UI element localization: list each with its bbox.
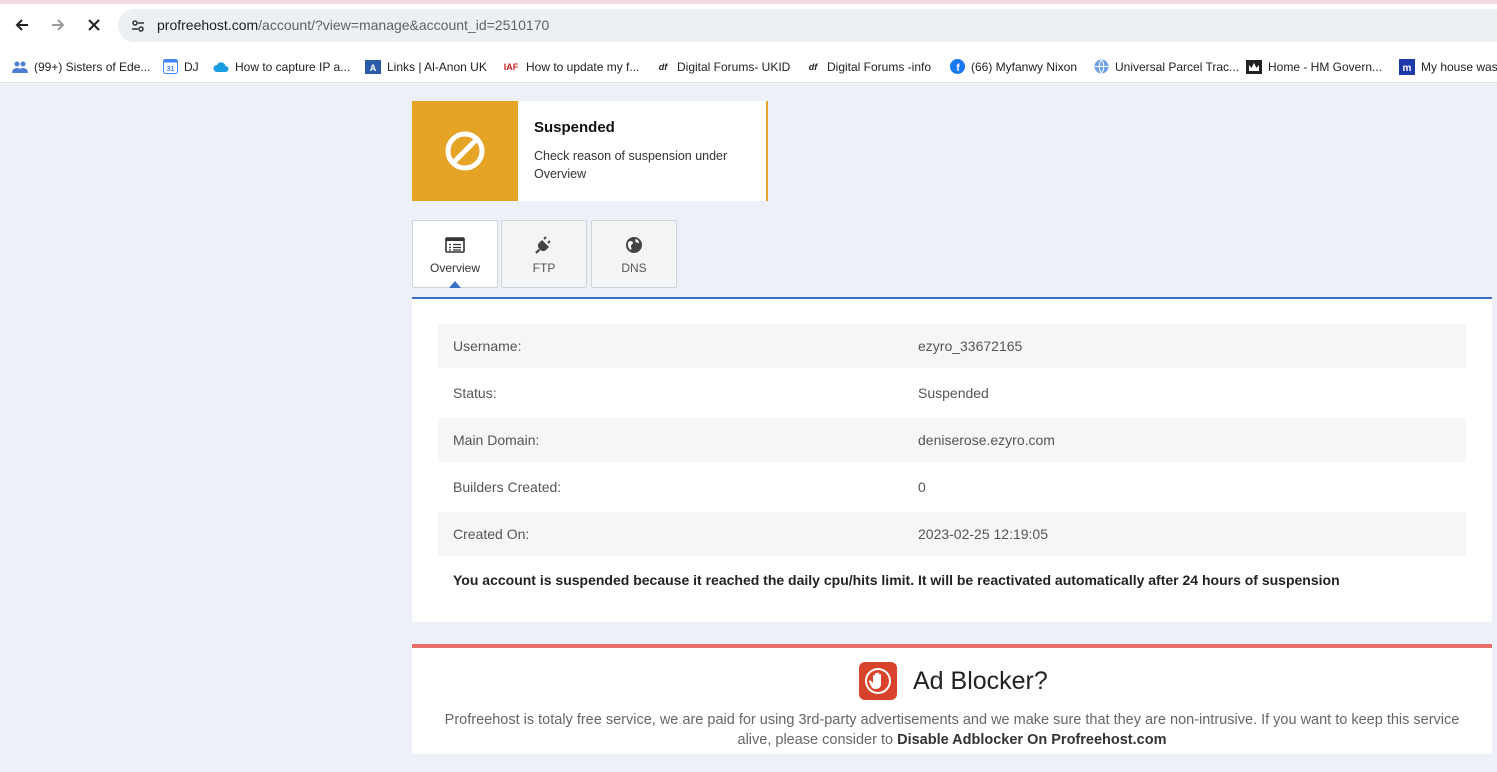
bookmark-label: DJ bbox=[184, 59, 199, 74]
back-button[interactable] bbox=[9, 12, 35, 38]
banner-title: Suspended bbox=[534, 119, 615, 136]
detail-key: Created On: bbox=[453, 526, 530, 542]
tab-ftp[interactable]: FTP bbox=[501, 220, 587, 288]
bookmark-item[interactable]: f (66) Myfanwy Nixon bbox=[949, 50, 1078, 82]
detail-key: Username: bbox=[453, 338, 522, 354]
bookmark-label: (66) Myfanwy Nixon bbox=[971, 59, 1078, 74]
svg-text:m: m bbox=[1403, 63, 1412, 74]
bookmark-label: How to capture IP a... bbox=[235, 59, 351, 74]
adblocker-header: Ad Blocker? bbox=[859, 662, 1048, 700]
banner-icon-box bbox=[412, 101, 518, 201]
detail-key: Builders Created: bbox=[453, 479, 562, 495]
tab-label: FTP bbox=[532, 261, 556, 275]
df-icon: df bbox=[808, 61, 818, 72]
site-settings-button[interactable] bbox=[128, 16, 148, 36]
adblocker-message: Profreehost is totaly free service, we a… bbox=[432, 710, 1472, 750]
detail-row-status: Status: Suspended bbox=[438, 371, 1466, 415]
detail-value: 2023-02-25 12:19:05 bbox=[918, 526, 1048, 542]
forward-button[interactable] bbox=[45, 12, 71, 38]
detail-key: Status: bbox=[453, 385, 497, 401]
bookmark-label: Home - HM Govern... bbox=[1268, 59, 1383, 74]
svg-text:31: 31 bbox=[166, 66, 174, 73]
adblocker-notice: Ad Blocker? Profreehost is totaly free s… bbox=[412, 644, 1492, 754]
bookmark-item[interactable]: 31 DJ bbox=[162, 50, 199, 82]
banner-description: Check reason of suspension under Overvie… bbox=[534, 149, 728, 181]
tune-icon bbox=[132, 20, 144, 32]
arrow-left-icon bbox=[15, 19, 28, 31]
bookmark-label: My house was bbox=[1421, 59, 1497, 74]
account-details-panel: Username: ezyro_33672165 Status: Suspend… bbox=[412, 297, 1492, 622]
adblocker-message-bold: Disable Adblocker On Profreehost.com bbox=[897, 732, 1167, 748]
df-icon: df bbox=[658, 61, 668, 72]
browser-toolbar: profreehost.com/account/?view=manage&acc… bbox=[0, 0, 1497, 50]
bookmark-item[interactable]: df Digital Forums -info bbox=[805, 50, 932, 82]
bookmark-item[interactable]: m My house was bbox=[1399, 50, 1497, 82]
adblocker-title: Ad Blocker? bbox=[913, 666, 1048, 695]
svg-text:A: A bbox=[370, 63, 377, 73]
bookmark-label: Digital Forums- UKID bbox=[677, 59, 791, 74]
detail-row-created-on: Created On: 2023-02-25 12:19:05 bbox=[438, 512, 1466, 556]
detail-value: Suspended bbox=[918, 385, 989, 401]
url-text[interactable]: profreehost.com/account/?view=manage&acc… bbox=[157, 17, 549, 33]
bookmark-label: How to update my f... bbox=[526, 59, 640, 74]
suspension-notice: You account is suspended because it reac… bbox=[453, 572, 1340, 588]
close-icon bbox=[88, 19, 100, 31]
tab-dns[interactable]: DNS bbox=[591, 220, 677, 288]
cloud-icon bbox=[213, 59, 229, 75]
detail-row-builders-created: Builders Created: 0 bbox=[438, 465, 1466, 509]
iaf-icon: IAF bbox=[503, 61, 519, 72]
globe-icon bbox=[1093, 59, 1109, 75]
plug-icon bbox=[535, 236, 551, 254]
facebook-icon: f bbox=[949, 59, 965, 75]
stop-hand-icon bbox=[859, 662, 897, 700]
detail-row-username: Username: ezyro_33672165 bbox=[438, 324, 1466, 368]
detail-value: deniserose.ezyro.com bbox=[918, 432, 1055, 448]
bookmark-label: (99+) Sisters of Ede... bbox=[34, 59, 151, 74]
bookmarks-bar: (99+) Sisters of Ede... 31 DJ How to cap… bbox=[0, 50, 1497, 83]
calendar-icon: 31 bbox=[162, 59, 178, 75]
suspended-banner: Suspended Check reason of suspension und… bbox=[412, 101, 768, 201]
address-bar[interactable]: profreehost.com/account/?view=manage&acc… bbox=[118, 9, 1497, 42]
url-path: /account/?view=manage&account_id=2510170 bbox=[258, 17, 550, 33]
ban-icon bbox=[445, 131, 485, 171]
stop-loading-button[interactable] bbox=[81, 12, 107, 38]
detail-row-main-domain: Main Domain: deniserose.ezyro.com bbox=[438, 418, 1466, 462]
detail-value: 0 bbox=[918, 479, 926, 495]
tab-label: Overview bbox=[429, 261, 480, 275]
bookmark-label: Universal Parcel Trac... bbox=[1115, 59, 1240, 74]
active-tab-indicator bbox=[449, 281, 461, 288]
arrow-right-icon bbox=[52, 19, 65, 31]
detail-value: ezyro_33672165 bbox=[918, 338, 1023, 354]
crown-icon bbox=[1246, 59, 1262, 75]
bookmark-item[interactable]: A Links | Al-Anon UK bbox=[365, 50, 487, 82]
detail-key: Main Domain: bbox=[453, 432, 540, 448]
people-icon bbox=[12, 59, 28, 75]
bookmark-item[interactable]: df Digital Forums- UKID bbox=[655, 50, 791, 82]
bookmark-item[interactable]: How to capture IP a... bbox=[213, 50, 351, 82]
bookmark-label: Links | Al-Anon UK bbox=[387, 59, 487, 74]
tab-strip-edge bbox=[0, 0, 1497, 4]
list-icon bbox=[445, 237, 465, 253]
url-domain: profreehost.com bbox=[157, 17, 259, 33]
globe-icon bbox=[626, 237, 642, 253]
bookmark-item[interactable]: IAF How to update my f... bbox=[502, 50, 640, 82]
bookmark-item[interactable]: Universal Parcel Trac... bbox=[1093, 50, 1240, 82]
bookmark-item[interactable]: Home - HM Govern... bbox=[1246, 50, 1383, 82]
alanon-icon: A bbox=[365, 59, 381, 75]
m-icon: m bbox=[1399, 58, 1415, 75]
tab-overview[interactable]: Overview bbox=[412, 220, 498, 288]
bookmark-item[interactable]: (99+) Sisters of Ede... bbox=[12, 50, 151, 82]
tab-label: DNS bbox=[621, 261, 647, 275]
bookmark-label: Digital Forums -info bbox=[827, 59, 932, 74]
